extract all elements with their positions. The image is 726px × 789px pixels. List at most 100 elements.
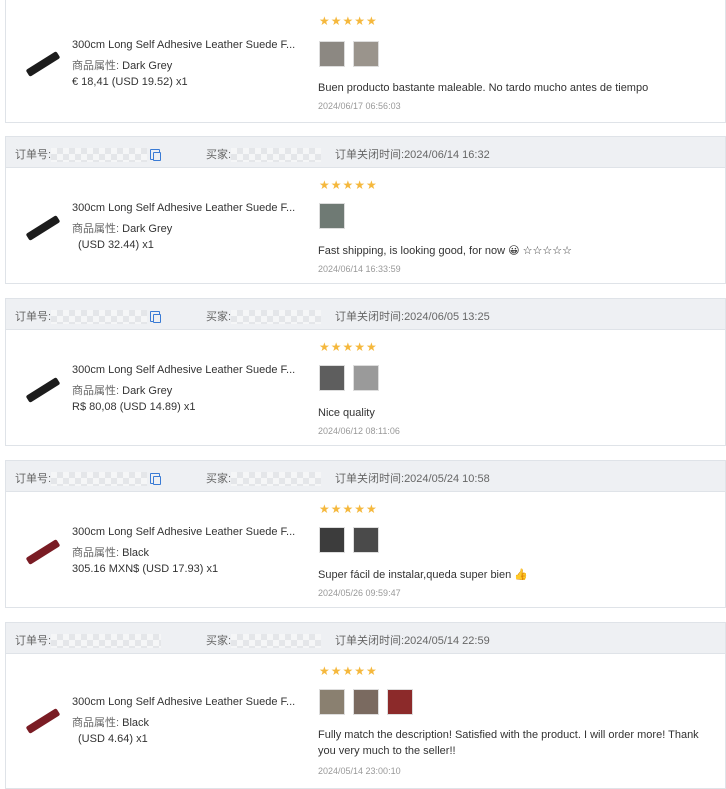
product-price: (USD 4.64) x1 [78, 733, 148, 745]
product-price: (USD 32.44) x1 [78, 239, 154, 251]
review-text: Super fácil de instalar,queda super bien… [318, 569, 528, 581]
order-header: 订单号: 买家: 订单关闭时间:2024/05/14 22:59 [5, 622, 726, 653]
buyer: 买家: [206, 146, 322, 163]
order-body: 300cm Long Self Adhesive Leather Suede F… [5, 167, 726, 284]
product-image-strip [25, 708, 61, 734]
product-image[interactable] [22, 43, 62, 83]
order-number: 订单号: [15, 308, 162, 325]
copy-icon[interactable] [150, 310, 162, 323]
buyer-label: 买家: [206, 311, 232, 323]
order-close-time: 订单关闭时间:2024/05/24 10:58 [335, 470, 490, 486]
attr-value: Black [122, 717, 150, 729]
review-photos [319, 527, 379, 553]
product-image[interactable] [22, 700, 62, 740]
copy-icon[interactable] [150, 148, 162, 161]
rating-stars: ★★★★★ [319, 502, 378, 516]
order-card: 订单号: 买家: 订单关闭时间:2024/05/14 22:59 300cm L… [5, 622, 726, 789]
close-time-value: 2024/05/24 10:58 [404, 473, 490, 485]
review-photo[interactable] [353, 41, 379, 67]
product-attributes: 商品属性: Black [72, 544, 149, 560]
orders-page: 300cm Long Self Adhesive Leather Suede F… [0, 0, 726, 789]
masked-order-number [51, 472, 148, 487]
order-number-label: 订单号: [15, 635, 52, 647]
product-title[interactable]: 300cm Long Self Adhesive Leather Suede F… [72, 364, 295, 376]
product-title[interactable]: 300cm Long Self Adhesive Leather Suede F… [72, 526, 295, 538]
product-attributes: 商品属性: Dark Grey [72, 220, 172, 236]
review-photo[interactable] [319, 527, 345, 553]
order-close-time: 订单关闭时间:2024/05/14 22:59 [335, 632, 490, 648]
rating-stars: ★★★★★ [319, 340, 378, 354]
order-body: 300cm Long Self Adhesive Leather Suede F… [5, 0, 726, 123]
close-time-label: 订单关闭时间: [335, 635, 405, 647]
attr-value: Dark Grey [122, 385, 173, 397]
order-header: 订单号: 买家: 订单关闭时间:2024/05/24 10:58 [5, 460, 726, 491]
review-text: Fully match the description! Satisfied w… [318, 729, 699, 757]
buyer: 买家: [206, 632, 322, 649]
order-body: 300cm Long Self Adhesive Leather Suede F… [5, 653, 726, 789]
order-header: 订单号: 买家: 订单关闭时间:2024/06/14 16:32 [5, 136, 726, 167]
review-photo[interactable] [319, 689, 345, 715]
review-photo[interactable] [319, 41, 345, 67]
review-photo[interactable] [353, 365, 379, 391]
order-body: 300cm Long Self Adhesive Leather Suede F… [5, 329, 726, 446]
masked-order-number [51, 310, 148, 325]
rating-stars: ★★★★★ [319, 178, 378, 192]
review-photo[interactable] [319, 203, 345, 229]
product-attributes: 商品属性: Black [72, 714, 149, 730]
close-time-value: 2024/05/14 22:59 [404, 635, 490, 647]
masked-buyer-name [231, 310, 322, 325]
review-text: Buen producto bastante maleable. No tard… [318, 82, 649, 94]
product-title[interactable]: 300cm Long Self Adhesive Leather Suede F… [72, 696, 295, 708]
order-body: 300cm Long Self Adhesive Leather Suede F… [5, 491, 726, 608]
buyer-label: 买家: [206, 149, 232, 161]
product-image-strip [25, 377, 61, 403]
masked-buyer-name [231, 148, 322, 163]
attr-label: 商品属性: [72, 717, 120, 729]
copy-icon[interactable] [150, 472, 162, 485]
review-photos [319, 203, 345, 229]
close-time-label: 订单关闭时间: [335, 473, 405, 485]
order-number: 订单号: [15, 146, 162, 163]
rating-stars: ★★★★★ [319, 664, 378, 678]
buyer-label: 买家: [206, 473, 232, 485]
order-number: 订单号: [15, 632, 162, 649]
masked-order-number [51, 148, 148, 163]
product-image-strip [25, 539, 61, 565]
order-number: 订单号: [15, 470, 162, 487]
review-time: 2024/06/17 06:56:03 [318, 101, 401, 111]
review-photo[interactable] [319, 365, 345, 391]
product-attributes: 商品属性: Dark Grey [72, 382, 172, 398]
review-photo[interactable] [353, 689, 379, 715]
order-card: 300cm Long Self Adhesive Leather Suede F… [5, 0, 726, 123]
attr-value: Dark Grey [122, 223, 173, 235]
product-attributes: 商品属性: Dark Grey [72, 57, 172, 73]
product-image[interactable] [22, 369, 62, 409]
attr-value: Dark Grey [122, 60, 173, 72]
order-number-label: 订单号: [15, 149, 52, 161]
review-time: 2024/05/14 23:00:10 [318, 766, 401, 776]
order-card: 订单号: 买家: 订单关闭时间:2024/06/05 13:25 300cm L… [5, 298, 726, 446]
order-card: 订单号: 买家: 订单关闭时间:2024/05/24 10:58 300cm L… [5, 460, 726, 608]
product-image[interactable] [22, 207, 62, 247]
masked-buyer-name [231, 634, 322, 649]
review-time: 2024/06/12 08:11:06 [318, 426, 400, 436]
order-close-time: 订单关闭时间:2024/06/14 16:32 [335, 146, 490, 162]
review-text: Nice quality [318, 407, 375, 419]
order-header: 订单号: 买家: 订单关闭时间:2024/06/05 13:25 [5, 298, 726, 329]
close-time-value: 2024/06/05 13:25 [404, 311, 490, 323]
product-title[interactable]: 300cm Long Self Adhesive Leather Suede F… [72, 39, 295, 51]
review-photo[interactable] [353, 527, 379, 553]
close-time-value: 2024/06/14 16:32 [404, 149, 490, 161]
buyer: 买家: [206, 308, 322, 325]
product-image[interactable] [22, 531, 62, 571]
product-title[interactable]: 300cm Long Self Adhesive Leather Suede F… [72, 202, 295, 214]
attr-label: 商品属性: [72, 385, 120, 397]
close-time-label: 订单关闭时间: [335, 311, 405, 323]
masked-buyer-name [231, 472, 322, 487]
order-number-label: 订单号: [15, 473, 52, 485]
product-image-strip [25, 215, 61, 241]
buyer-label: 买家: [206, 635, 232, 647]
attr-label: 商品属性: [72, 223, 120, 235]
order-number-label: 订单号: [15, 311, 52, 323]
review-photo[interactable] [387, 689, 413, 715]
